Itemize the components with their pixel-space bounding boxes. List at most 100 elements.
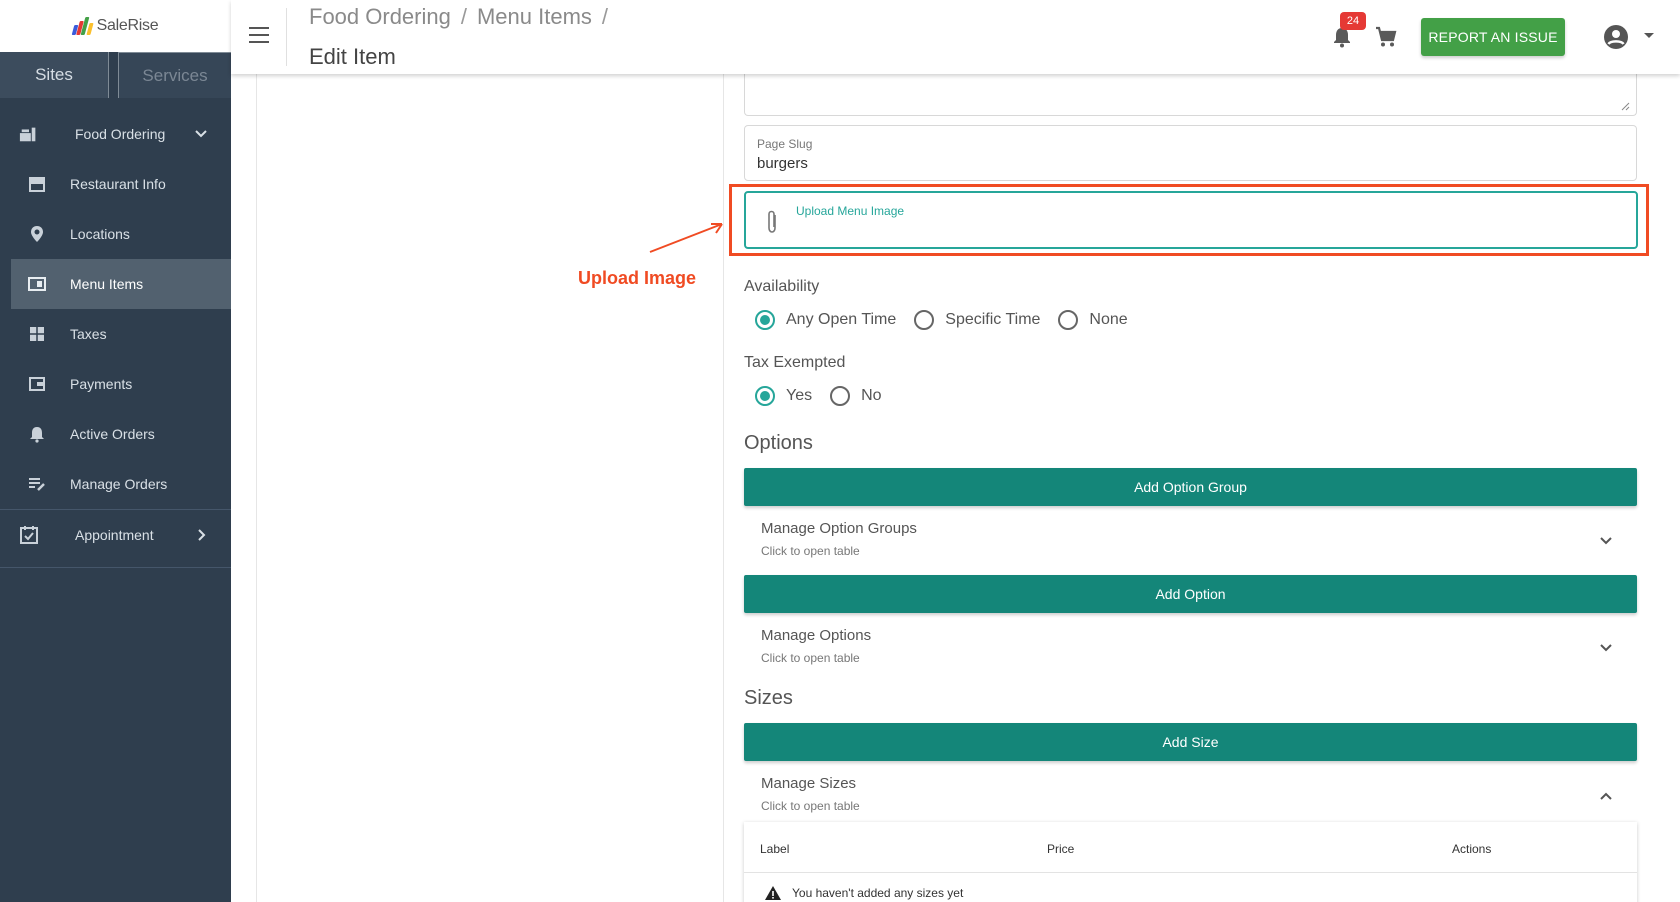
brand-logo-mark — [71, 17, 94, 35]
page-slug-label: Page Slug — [757, 137, 813, 151]
availability-label: Availability — [744, 278, 820, 295]
location-pin-icon — [27, 224, 47, 244]
upload-menu-image-label: Upload Menu Image — [796, 204, 905, 218]
annotation-label: Upload Image — [578, 268, 697, 288]
chevron-up-icon[interactable] — [1597, 787, 1615, 805]
top-app-bar: Food Ordering / Menu Items / Edit Item 2… — [231, 0, 1680, 74]
manage-options-title: Manage Options — [761, 627, 872, 644]
column-header-actions: Actions — [1452, 842, 1492, 856]
sidebar-item-label: Menu Items — [70, 276, 144, 292]
manage-sizes-title: Manage Sizes — [761, 775, 857, 792]
availability-radio-group: Any Open Time Specific Time None — [755, 310, 1146, 330]
add-option-button[interactable]: Add Option — [744, 575, 1637, 613]
sidebar-item-label: Active Orders — [70, 426, 155, 442]
sidebar-tabs: Sites Services — [0, 52, 231, 98]
resize-handle-icon[interactable] — [1620, 101, 1630, 111]
report-issue-button[interactable]: REPORT AN ISSUE — [1421, 18, 1565, 56]
calculator-icon — [27, 324, 47, 344]
tax-exempted-radio-group: Yes No — [755, 386, 900, 406]
availability-option-any-open-time[interactable]: Any Open Time — [755, 310, 896, 330]
paperclip-icon — [768, 210, 776, 233]
list-edit-icon — [27, 474, 47, 494]
availability-option-none[interactable]: None — [1058, 310, 1128, 330]
manage-options-subtitle: Click to open table — [761, 651, 860, 665]
sidebar-item-label: Restaurant Info — [70, 176, 166, 192]
chevron-right-icon — [198, 529, 206, 541]
sidebar-item-payments[interactable]: Payments — [0, 359, 231, 409]
radio-unselected[interactable] — [914, 310, 935, 330]
manage-sizes-subtitle: Click to open table — [761, 799, 860, 813]
breadcrumb-food-ordering[interactable]: Food Ordering — [309, 4, 451, 30]
sizes-heading: Sizes — [744, 687, 793, 709]
sidebar: SaleRise Sites Services Food Ordering Re… — [0, 0, 231, 902]
tab-sites[interactable]: Sites — [0, 52, 109, 98]
sidebar-item-locations[interactable]: Locations — [0, 209, 231, 259]
breadcrumb-separator: / — [601, 4, 609, 29]
availability-option-specific-time[interactable]: Specific Time — [914, 310, 1040, 330]
chevron-down-icon — [195, 130, 207, 138]
brand-name: SaleRise — [96, 17, 159, 34]
bell-icon — [27, 424, 47, 444]
manage-options-panel[interactable]: Manage Options Click to open table — [744, 619, 1637, 679]
wallet-icon — [27, 374, 47, 394]
tax-exempted-label: Tax Exempted — [744, 354, 846, 371]
menu-book-icon — [27, 274, 47, 294]
tax-exempted-option-yes[interactable]: Yes — [755, 386, 812, 406]
radio-label: Any Open Time — [786, 311, 897, 328]
tab-services[interactable]: Services — [118, 52, 231, 98]
food-ordering-icon — [19, 124, 39, 144]
column-header-price[interactable]: Price — [1047, 842, 1074, 856]
annotation-arrow-icon — [649, 223, 723, 253]
manage-sizes-panel[interactable]: Manage Sizes Click to open table — [744, 767, 1637, 827]
sidebar-item-taxes[interactable]: Taxes — [0, 309, 231, 359]
chevron-down-icon[interactable] — [1597, 532, 1615, 550]
sizes-table: Label Price Actions You haven't added an… — [744, 822, 1637, 902]
toolbar-divider — [286, 8, 287, 66]
breadcrumb-menu-items[interactable]: Menu Items — [477, 4, 592, 30]
manage-option-groups-panel[interactable]: Manage Option Groups Click to open table — [744, 512, 1637, 572]
radio-label: None — [1089, 311, 1128, 328]
account-dropdown-caret-icon[interactable] — [1644, 33, 1654, 38]
content-divider — [256, 74, 257, 902]
sidebar-item-food-ordering[interactable]: Food Ordering — [0, 109, 231, 159]
radio-unselected[interactable] — [1058, 310, 1079, 330]
tax-exempted-option-no[interactable]: No — [830, 386, 882, 406]
radio-selected[interactable] — [755, 310, 775, 330]
manage-option-groups-title: Manage Option Groups — [761, 520, 917, 537]
add-size-button[interactable]: Add Size — [744, 723, 1637, 761]
hamburger-menu-icon[interactable] — [249, 27, 271, 45]
table-divider — [744, 872, 1637, 873]
upload-menu-image-field[interactable]: Upload Menu Image — [744, 191, 1638, 249]
radio-unselected[interactable] — [830, 386, 851, 406]
content-divider — [723, 74, 724, 902]
sidebar-item-label: Appointment — [75, 527, 154, 543]
empty-table-text: You haven't added any sizes yet — [792, 886, 964, 900]
notification-count-badge: 24 — [1340, 12, 1366, 30]
radio-selected[interactable] — [755, 386, 775, 406]
chevron-down-icon[interactable] — [1597, 639, 1615, 657]
sidebar-item-label: Food Ordering — [75, 126, 166, 142]
warning-icon — [765, 886, 781, 900]
brand-logo: SaleRise — [71, 17, 159, 35]
sidebar-item-active-orders[interactable]: Active Orders — [0, 409, 231, 459]
cart-icon[interactable] — [1374, 25, 1398, 49]
calendar-check-icon — [19, 525, 39, 545]
column-header-label[interactable]: Label — [760, 842, 789, 856]
radio-label: Yes — [786, 387, 813, 404]
sidebar-item-label: Payments — [70, 376, 133, 392]
sidebar-divider — [0, 567, 231, 568]
breadcrumb-separator: / — [460, 4, 467, 29]
sidebar-item-appointment[interactable]: Appointment — [0, 510, 231, 560]
breadcrumb: Food Ordering / Menu Items / — [309, 4, 608, 30]
sidebar-item-restaurant-info[interactable]: Restaurant Info — [0, 159, 231, 209]
page-slug-field[interactable]: Page Slug burgers — [744, 125, 1637, 181]
account-circle-icon[interactable] — [1603, 24, 1629, 50]
sidebar-item-label: Manage Orders — [70, 476, 168, 492]
page-slug-value[interactable]: burgers — [757, 155, 808, 172]
empty-table-message: You haven't added any sizes yet — [764, 885, 963, 901]
sidebar-item-manage-orders[interactable]: Manage Orders — [0, 459, 231, 509]
logo-area[interactable]: SaleRise — [0, 0, 231, 52]
sidebar-item-menu-items[interactable]: Menu Items — [11, 259, 231, 309]
add-option-group-button[interactable]: Add Option Group — [744, 468, 1637, 506]
radio-label: Specific Time — [945, 311, 1041, 328]
